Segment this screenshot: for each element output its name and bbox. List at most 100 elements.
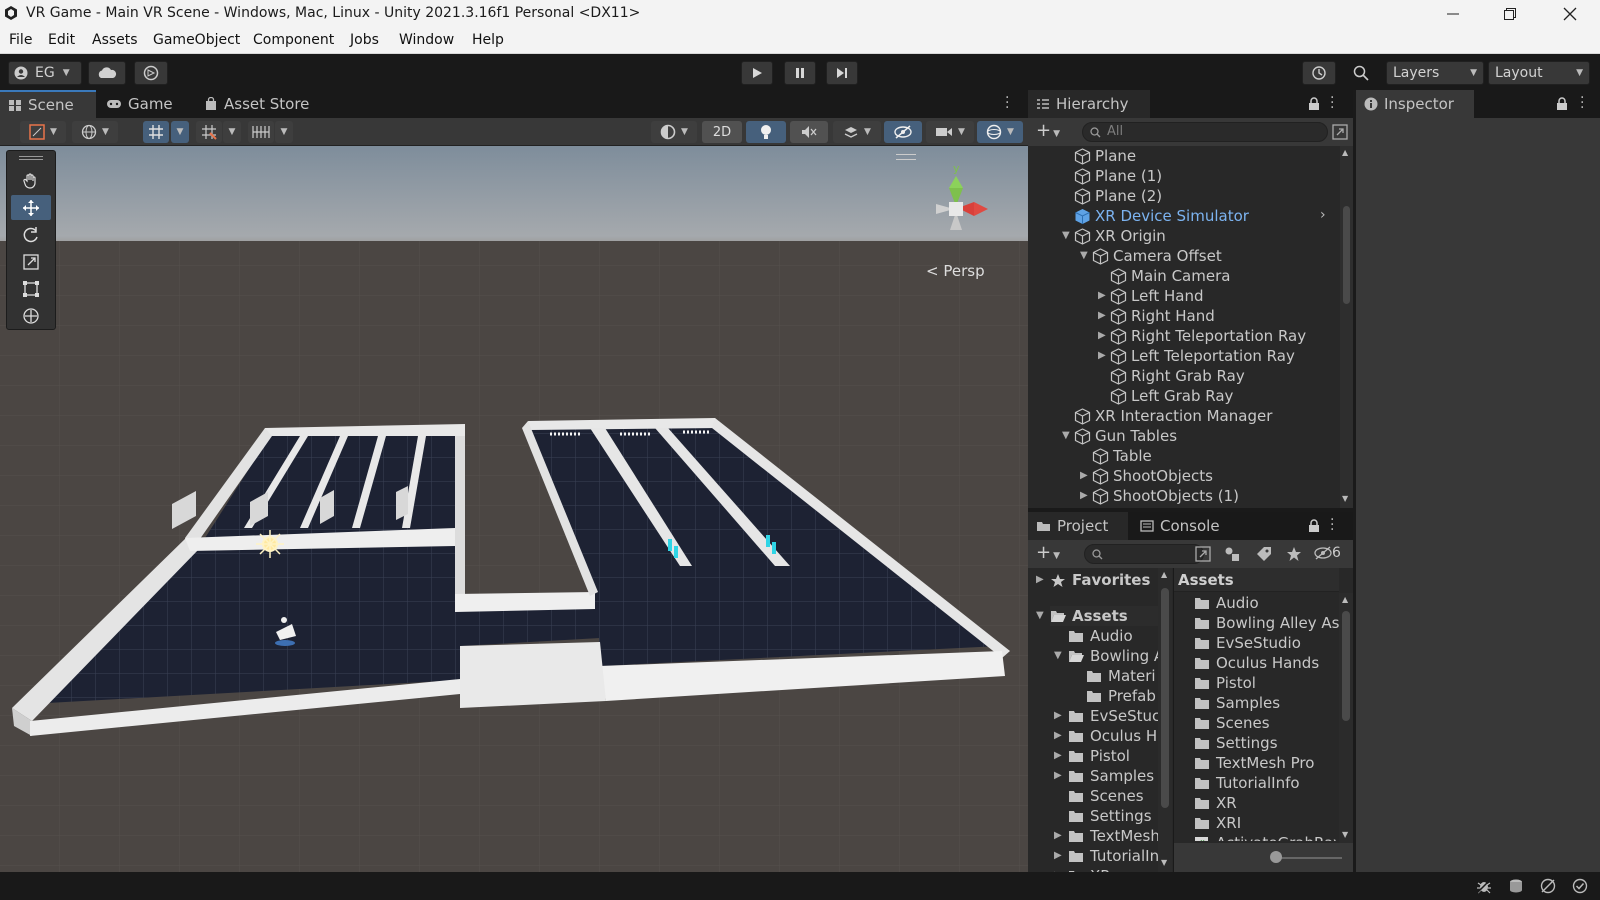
lighting-toggle-button[interactable] (746, 121, 786, 143)
asset-item[interactable]: Bowling Alley As (1194, 613, 1339, 633)
menu-jobs[interactable]: Jobs (350, 32, 379, 48)
camera-dropdown[interactable]: ▼ (926, 121, 974, 143)
2d-toggle-button[interactable]: 2D (702, 121, 742, 143)
database-icon[interactable] (1508, 878, 1524, 894)
asset-item[interactable]: XRI (1194, 813, 1339, 833)
hierarchy-item[interactable]: XR Interaction Manager (1074, 406, 1272, 426)
hierarchy-item[interactable]: Right Hand (1110, 306, 1215, 326)
project-tree-item[interactable]: Materi (1086, 666, 1158, 686)
expand-right-icon[interactable]: ▶ (1098, 351, 1108, 361)
project-search-input[interactable] (1084, 544, 1204, 564)
play-button[interactable] (741, 61, 773, 85)
scroll-up-icon[interactable]: ▲ (1342, 148, 1348, 157)
expand-down-icon[interactable]: ▼ (1080, 251, 1090, 261)
hierarchy-item[interactable]: Camera Offset (1092, 246, 1222, 266)
menu-window[interactable]: Window (399, 32, 454, 48)
asset-item[interactable]: Pistol (1194, 673, 1339, 693)
kebab-menu-icon[interactable]: · · · (1330, 91, 1334, 115)
tab-inspector[interactable]: Inspector (1356, 90, 1474, 118)
expand-down-icon[interactable]: ▼ (1036, 611, 1046, 621)
expand-right-icon[interactable]: ▶ (1054, 731, 1064, 741)
hierarchy-scrollbar[interactable]: ▲ ▼ (1340, 146, 1353, 508)
scene-visibility-icon[interactable] (1332, 124, 1348, 140)
layers-dropdown[interactable]: Layers ▼ (1386, 61, 1484, 85)
scrollbar-thumb[interactable] (1161, 588, 1169, 808)
expand-down-icon[interactable]: ▼ (1054, 651, 1064, 661)
draw-shaded-dropdown[interactable]: ▼ (651, 121, 697, 143)
projection-label[interactable]: < Persp (926, 262, 985, 280)
hierarchy-item[interactable]: XR Device Simulator (1074, 206, 1249, 226)
cache-server-icon[interactable] (1540, 878, 1556, 894)
project-tree-item[interactable]: TextMesh (1068, 826, 1158, 846)
hidden-objects-toggle[interactable] (884, 121, 922, 143)
asset-item[interactable]: Scenes (1194, 713, 1339, 733)
project-tree-item[interactable]: TutorialIn (1068, 846, 1158, 866)
lock-icon[interactable] (1308, 519, 1320, 533)
search-scene-icon[interactable] (1195, 546, 1211, 562)
asset-item[interactable]: Samples (1194, 693, 1339, 713)
hierarchy-item[interactable]: Gun Tables (1074, 426, 1177, 446)
project-tree-item[interactable]: Scenes (1068, 786, 1158, 806)
overlay-handle[interactable] (896, 154, 916, 160)
hierarchy-item[interactable]: Main Camera (1110, 266, 1230, 286)
menu-edit[interactable]: Edit (48, 32, 75, 48)
hierarchy-item[interactable]: Left Grab Ray (1110, 386, 1233, 406)
expand-right-icon[interactable]: ▶ (1098, 291, 1108, 301)
kebab-menu-icon[interactable]: · · · (1580, 91, 1584, 115)
expand-right-icon[interactable]: ▶ (1054, 751, 1064, 761)
restore-button[interactable] (1485, 0, 1535, 28)
project-tree-item[interactable]: EvSeStuc (1068, 706, 1158, 726)
kebab-menu-icon[interactable]: · · · (1005, 91, 1013, 115)
tag-icon[interactable] (1256, 546, 1272, 562)
scroll-down-icon[interactable]: ▼ (1161, 858, 1167, 867)
increment-snap-button[interactable] (196, 121, 222, 143)
tab-asset-store[interactable]: Asset Store (196, 90, 336, 118)
hierarchy-item[interactable]: ShootObjects (1092, 466, 1213, 486)
minimize-button[interactable] (1428, 0, 1478, 28)
asset-item[interactable]: # ActivateGrabRay (1194, 833, 1339, 841)
bug-icon[interactable] (1476, 878, 1492, 894)
effects-dropdown[interactable]: ▼ (833, 121, 881, 143)
filter-by-type-icon[interactable] (1224, 546, 1240, 562)
asset-item[interactable]: XR (1194, 793, 1339, 813)
project-tree-item[interactable]: Bowling A (1068, 646, 1158, 666)
expand-right-icon[interactable]: ▶ (1054, 771, 1064, 781)
chevron-right-icon[interactable]: › (1320, 207, 1326, 223)
tab-console[interactable]: Console (1132, 512, 1232, 540)
grid-visibility-dropdown[interactable]: ▼ (275, 121, 293, 143)
account-dropdown[interactable]: EG ▼ (8, 61, 82, 85)
draw-mode-dropdown[interactable]: ▼ (20, 121, 66, 143)
star-icon[interactable] (1286, 546, 1302, 562)
expand-right-icon[interactable]: ▶ (1054, 851, 1064, 861)
lock-icon[interactable] (1308, 97, 1320, 111)
lock-icon[interactable] (1556, 97, 1568, 111)
collab-button[interactable] (134, 61, 168, 85)
project-tree-item[interactable]: Pistol (1068, 746, 1158, 766)
grid-snap-dropdown[interactable]: ▼ (171, 121, 189, 143)
close-button[interactable] (1545, 0, 1595, 28)
layout-dropdown[interactable]: Layout ▼ (1488, 61, 1590, 85)
asset-item[interactable]: EvSeStudio (1194, 633, 1339, 653)
global-toggle-dropdown[interactable]: ▼ (72, 121, 118, 143)
asset-item[interactable]: Audio (1194, 593, 1339, 613)
tab-game[interactable]: Game (98, 90, 184, 118)
expand-right-icon[interactable]: ▶ (1080, 491, 1090, 501)
hierarchy-item[interactable]: Left Teleportation Ray (1110, 346, 1295, 366)
expand-right-icon[interactable]: ▶ (1080, 471, 1090, 481)
tab-project[interactable]: Project (1028, 512, 1128, 540)
move-tool-button[interactable] (11, 195, 51, 220)
hierarchy-item[interactable]: ShootObjects (1) (1092, 486, 1239, 506)
grid-snapping-button[interactable] (143, 121, 169, 143)
expand-right-icon[interactable]: ▶ (1054, 831, 1064, 841)
hierarchy-item[interactable]: Right Teleportation Ray (1110, 326, 1306, 346)
scrollbar-thumb[interactable] (1343, 206, 1350, 304)
hierarchy-item[interactable]: Plane (1074, 146, 1136, 166)
transform-tool-button[interactable] (11, 303, 51, 328)
kebab-menu-icon[interactable]: · · · (1330, 513, 1334, 537)
add-object-button[interactable]: + ▼ (1036, 122, 1060, 143)
increment-snap-dropdown[interactable]: ▼ (223, 121, 241, 143)
scale-tool-button[interactable] (11, 249, 51, 274)
scene-viewport[interactable]: y < Persp (0, 146, 1028, 872)
create-asset-button[interactable]: + ▼ (1036, 544, 1060, 565)
menu-assets[interactable]: Assets (92, 32, 138, 48)
